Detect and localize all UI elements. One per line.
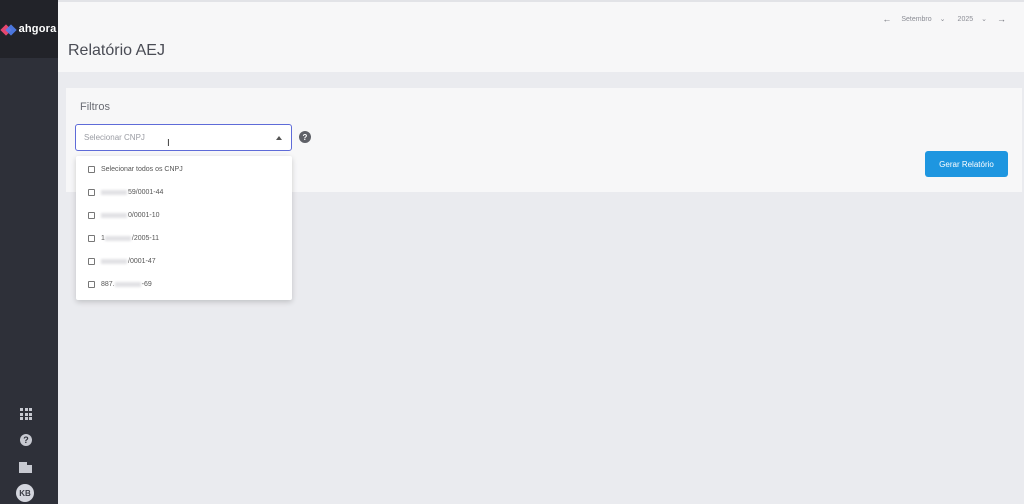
redacted-text <box>101 258 127 264</box>
redacted-text <box>101 212 127 218</box>
option-label: Selecionar todos os CNPJ <box>101 165 183 173</box>
chevron-down-icon[interactable]: ⌄ <box>940 15 946 23</box>
cnpj-option[interactable]: 1 /2005-11 <box>88 232 159 244</box>
logo-mark-icon <box>0 23 17 36</box>
redacted-text <box>114 281 141 287</box>
generate-report-button[interactable]: Gerar Relatório <box>925 151 1008 177</box>
option-label: -69 <box>141 280 152 288</box>
logo-text: ahgora <box>18 23 57 35</box>
cnpj-option[interactable]: 59/0001-44 <box>88 186 163 198</box>
help-icon[interactable]: ? <box>20 434 32 446</box>
text-cursor-icon: I <box>167 138 170 149</box>
filters-title: Filtros <box>80 101 110 113</box>
option-prefix: 887. <box>101 280 115 288</box>
cnpj-option[interactable]: /0001-47 <box>88 255 156 267</box>
help-icon[interactable]: ? <box>299 131 311 143</box>
cnpj-option[interactable]: 887. -69 <box>88 278 152 290</box>
avatar[interactable]: KB <box>16 484 34 502</box>
option-label: /2005-11 <box>131 234 160 242</box>
building-icon[interactable] <box>19 460 33 474</box>
checkbox[interactable] <box>88 280 95 288</box>
year-select[interactable]: 2025 <box>958 16 974 23</box>
chevron-down-icon[interactable]: ⌄ <box>981 15 987 23</box>
checkbox[interactable] <box>88 211 95 219</box>
redacted-text <box>104 235 131 241</box>
select-all-option[interactable]: Selecionar todos os CNPJ <box>88 163 183 175</box>
cnpj-select-placeholder: Selecionar CNPJ <box>84 133 145 142</box>
checkbox[interactable] <box>88 257 95 265</box>
cnpj-option[interactable]: 0/0001-10 <box>88 209 160 221</box>
arrow-right-icon[interactable]: → <box>997 14 1006 24</box>
arrow-left-icon[interactable]: ← <box>882 14 891 24</box>
option-label: 0/0001-10 <box>128 211 160 219</box>
checkbox[interactable] <box>88 234 95 242</box>
cnpj-select[interactable]: Selecionar CNPJ <box>75 124 292 151</box>
checkbox[interactable] <box>88 165 95 173</box>
redacted-text <box>101 189 127 195</box>
cnpj-dropdown: Selecionar todos os CNPJ 59/0001-44 0/00… <box>76 156 292 300</box>
option-label: /0001-47 <box>128 257 156 265</box>
apps-grid-icon[interactable] <box>20 408 32 420</box>
checkbox[interactable] <box>88 188 95 196</box>
month-select[interactable]: Setembro <box>901 16 931 23</box>
header: Relatório AEJ ← Setembro ⌄ 2025 ⌄ → <box>58 0 1024 72</box>
caret-up-icon <box>276 136 282 140</box>
option-label: 59/0001-44 <box>128 188 164 196</box>
page-title: Relatório AEJ <box>68 42 165 59</box>
logo[interactable]: ahgora <box>0 0 58 58</box>
date-navigator: ← Setembro ⌄ 2025 ⌄ → <box>882 14 1006 24</box>
sidebar: ahgora ? KB <box>0 0 58 504</box>
